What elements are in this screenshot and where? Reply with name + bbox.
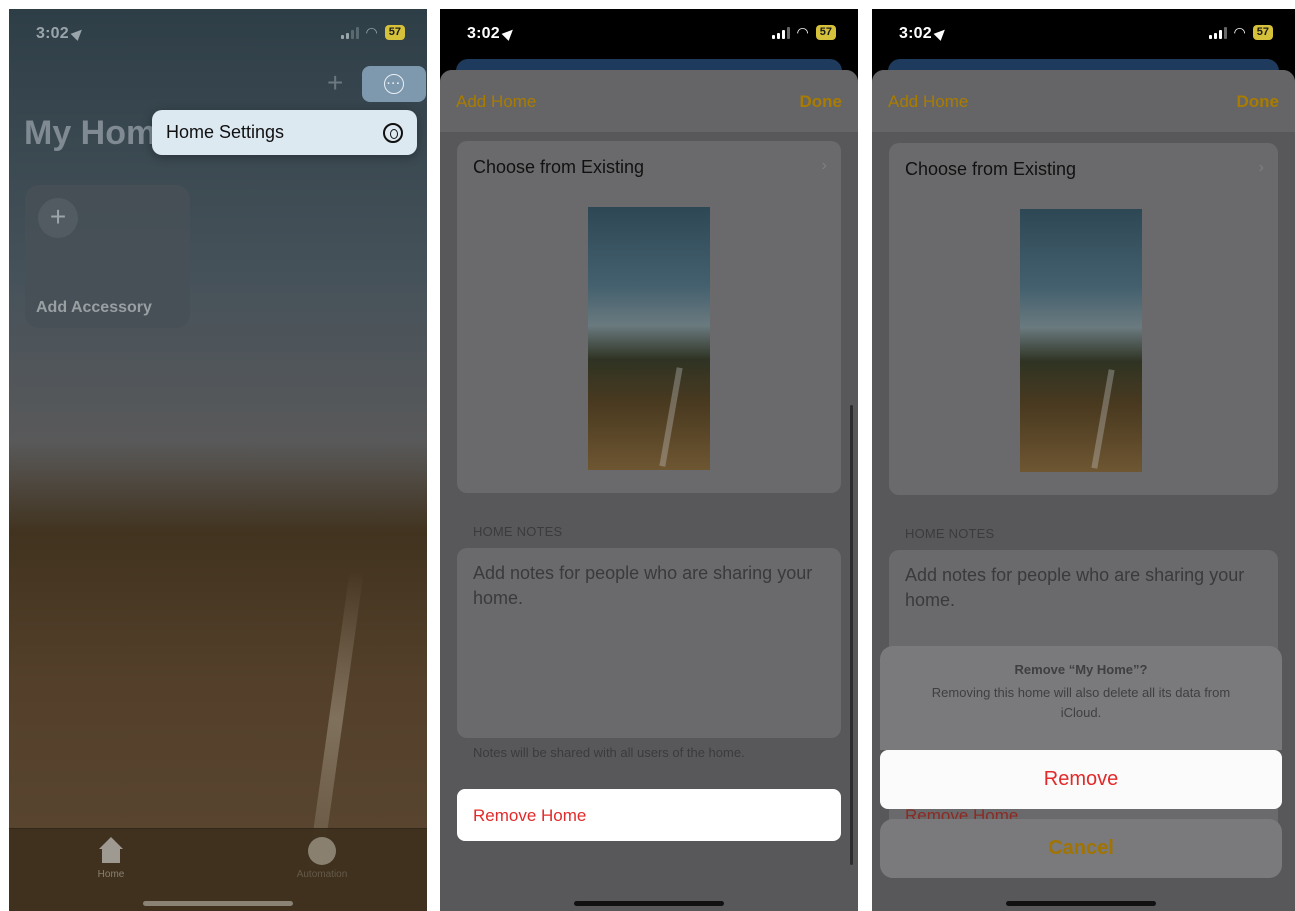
alert-title: Remove “My Home”? bbox=[1014, 662, 1148, 677]
wallpaper-preview-image[interactable] bbox=[1020, 209, 1142, 472]
home-notes-footer: Notes will be shared with all users of t… bbox=[473, 745, 745, 760]
more-options-button[interactable]: ··· bbox=[362, 66, 426, 102]
remove-confirmation-panel: 3:02 ◠ 57 Add Home Done Choose from Exis… bbox=[872, 9, 1295, 911]
signal-icon bbox=[771, 26, 790, 39]
add-home-button[interactable]: Add Home bbox=[456, 92, 536, 112]
cancel-button[interactable]: Cancel bbox=[880, 819, 1282, 878]
remove-home-label: Remove Home bbox=[473, 806, 587, 825]
remove-home-button[interactable]: Remove Home bbox=[457, 789, 841, 841]
add-icon[interactable]: + bbox=[327, 69, 343, 97]
plus-icon: + bbox=[38, 198, 78, 238]
home-notes-header: HOME NOTES bbox=[473, 524, 563, 539]
tab-home-label: Home bbox=[97, 869, 125, 880]
home-settings-menu-item[interactable]: Home Settings bbox=[152, 110, 417, 155]
home-notes-placeholder: Add notes for people who are sharing you… bbox=[473, 563, 813, 608]
wallpaper-preview-card bbox=[889, 195, 1278, 495]
choose-from-existing-row[interactable]: Choose from Existing › bbox=[889, 143, 1278, 195]
background-light-ray bbox=[308, 569, 364, 869]
add-accessory-tile[interactable]: + Add Accessory bbox=[25, 185, 190, 328]
battery-icon: 57 bbox=[815, 25, 836, 40]
home-indicator bbox=[143, 901, 293, 906]
house-icon bbox=[96, 837, 126, 865]
wifi-icon: ◠ bbox=[365, 24, 378, 40]
tab-automation-label: Automation bbox=[296, 869, 348, 880]
tab-home[interactable]: Home bbox=[66, 837, 156, 880]
status-time: 3:02 bbox=[467, 25, 517, 43]
status-bar: 3:02 ◠ 57 bbox=[872, 9, 1295, 57]
location-arrow-icon bbox=[501, 26, 517, 41]
wifi-icon: ◠ bbox=[1233, 24, 1246, 40]
done-button[interactable]: Done bbox=[1237, 92, 1280, 112]
chevron-right-icon: › bbox=[821, 157, 827, 174]
gear-icon bbox=[383, 122, 403, 143]
tab-bar: Home Automation bbox=[9, 828, 427, 911]
home-settings-label: Home Settings bbox=[166, 122, 285, 142]
add-accessory-label: Add Accessory bbox=[36, 299, 152, 316]
confirm-remove-button[interactable]: Remove bbox=[880, 750, 1282, 809]
status-time: 3:02 bbox=[899, 25, 949, 43]
location-arrow-icon bbox=[933, 26, 949, 41]
done-button[interactable]: Done bbox=[800, 92, 843, 112]
wifi-icon: ◠ bbox=[796, 24, 809, 40]
choose-from-existing-label: Choose from Existing bbox=[473, 157, 645, 177]
settings-sheet: Add Home Done Choose from Existing › HOM… bbox=[440, 70, 858, 911]
scrollbar[interactable] bbox=[850, 405, 853, 865]
wallpaper-preview-card bbox=[457, 193, 841, 493]
battery-icon: 57 bbox=[1252, 25, 1273, 40]
choose-from-existing-label: Choose from Existing bbox=[905, 159, 1077, 179]
home-indicator bbox=[574, 901, 724, 906]
clock-icon bbox=[308, 837, 336, 865]
status-time: 3:02 bbox=[36, 25, 86, 43]
location-arrow-icon bbox=[70, 26, 86, 41]
wallpaper-preview-image[interactable] bbox=[588, 207, 710, 470]
chevron-right-icon: › bbox=[1258, 159, 1264, 176]
sheet-header: Add Home Done bbox=[872, 70, 1295, 132]
status-bar: 3:02 ◠ 57 bbox=[9, 9, 427, 57]
ellipsis-icon: ··· bbox=[384, 74, 404, 94]
sheet-header: Add Home Done bbox=[440, 70, 858, 132]
home-notes-field[interactable]: Add notes for people who are sharing you… bbox=[457, 548, 841, 738]
choose-from-existing-row[interactable]: Choose from Existing › bbox=[457, 141, 841, 193]
remove-home-action-sheet: Remove “My Home”? Removing this home wil… bbox=[880, 646, 1282, 878]
signal-icon bbox=[340, 26, 359, 39]
home-settings-panel: 3:02 ◠ 57 Add Home Done Choose from Exis… bbox=[440, 9, 858, 911]
home-indicator bbox=[1006, 901, 1156, 906]
tab-automation[interactable]: Automation bbox=[277, 837, 367, 880]
alert-header: Remove “My Home”? Removing this home wil… bbox=[880, 646, 1282, 750]
home-notes-placeholder: Add notes for people who are sharing you… bbox=[905, 565, 1245, 610]
add-home-button[interactable]: Add Home bbox=[888, 92, 968, 112]
signal-icon bbox=[1208, 26, 1227, 39]
battery-icon: 57 bbox=[384, 25, 405, 40]
alert-message: Removing this home will also delete all … bbox=[931, 685, 1231, 720]
home-notes-header: HOME NOTES bbox=[905, 526, 995, 541]
status-bar: 3:02 ◠ 57 bbox=[440, 9, 858, 57]
home-screen-panel: 3:02 ◠ 57 + ··· My Home Home Settings + … bbox=[9, 9, 427, 911]
